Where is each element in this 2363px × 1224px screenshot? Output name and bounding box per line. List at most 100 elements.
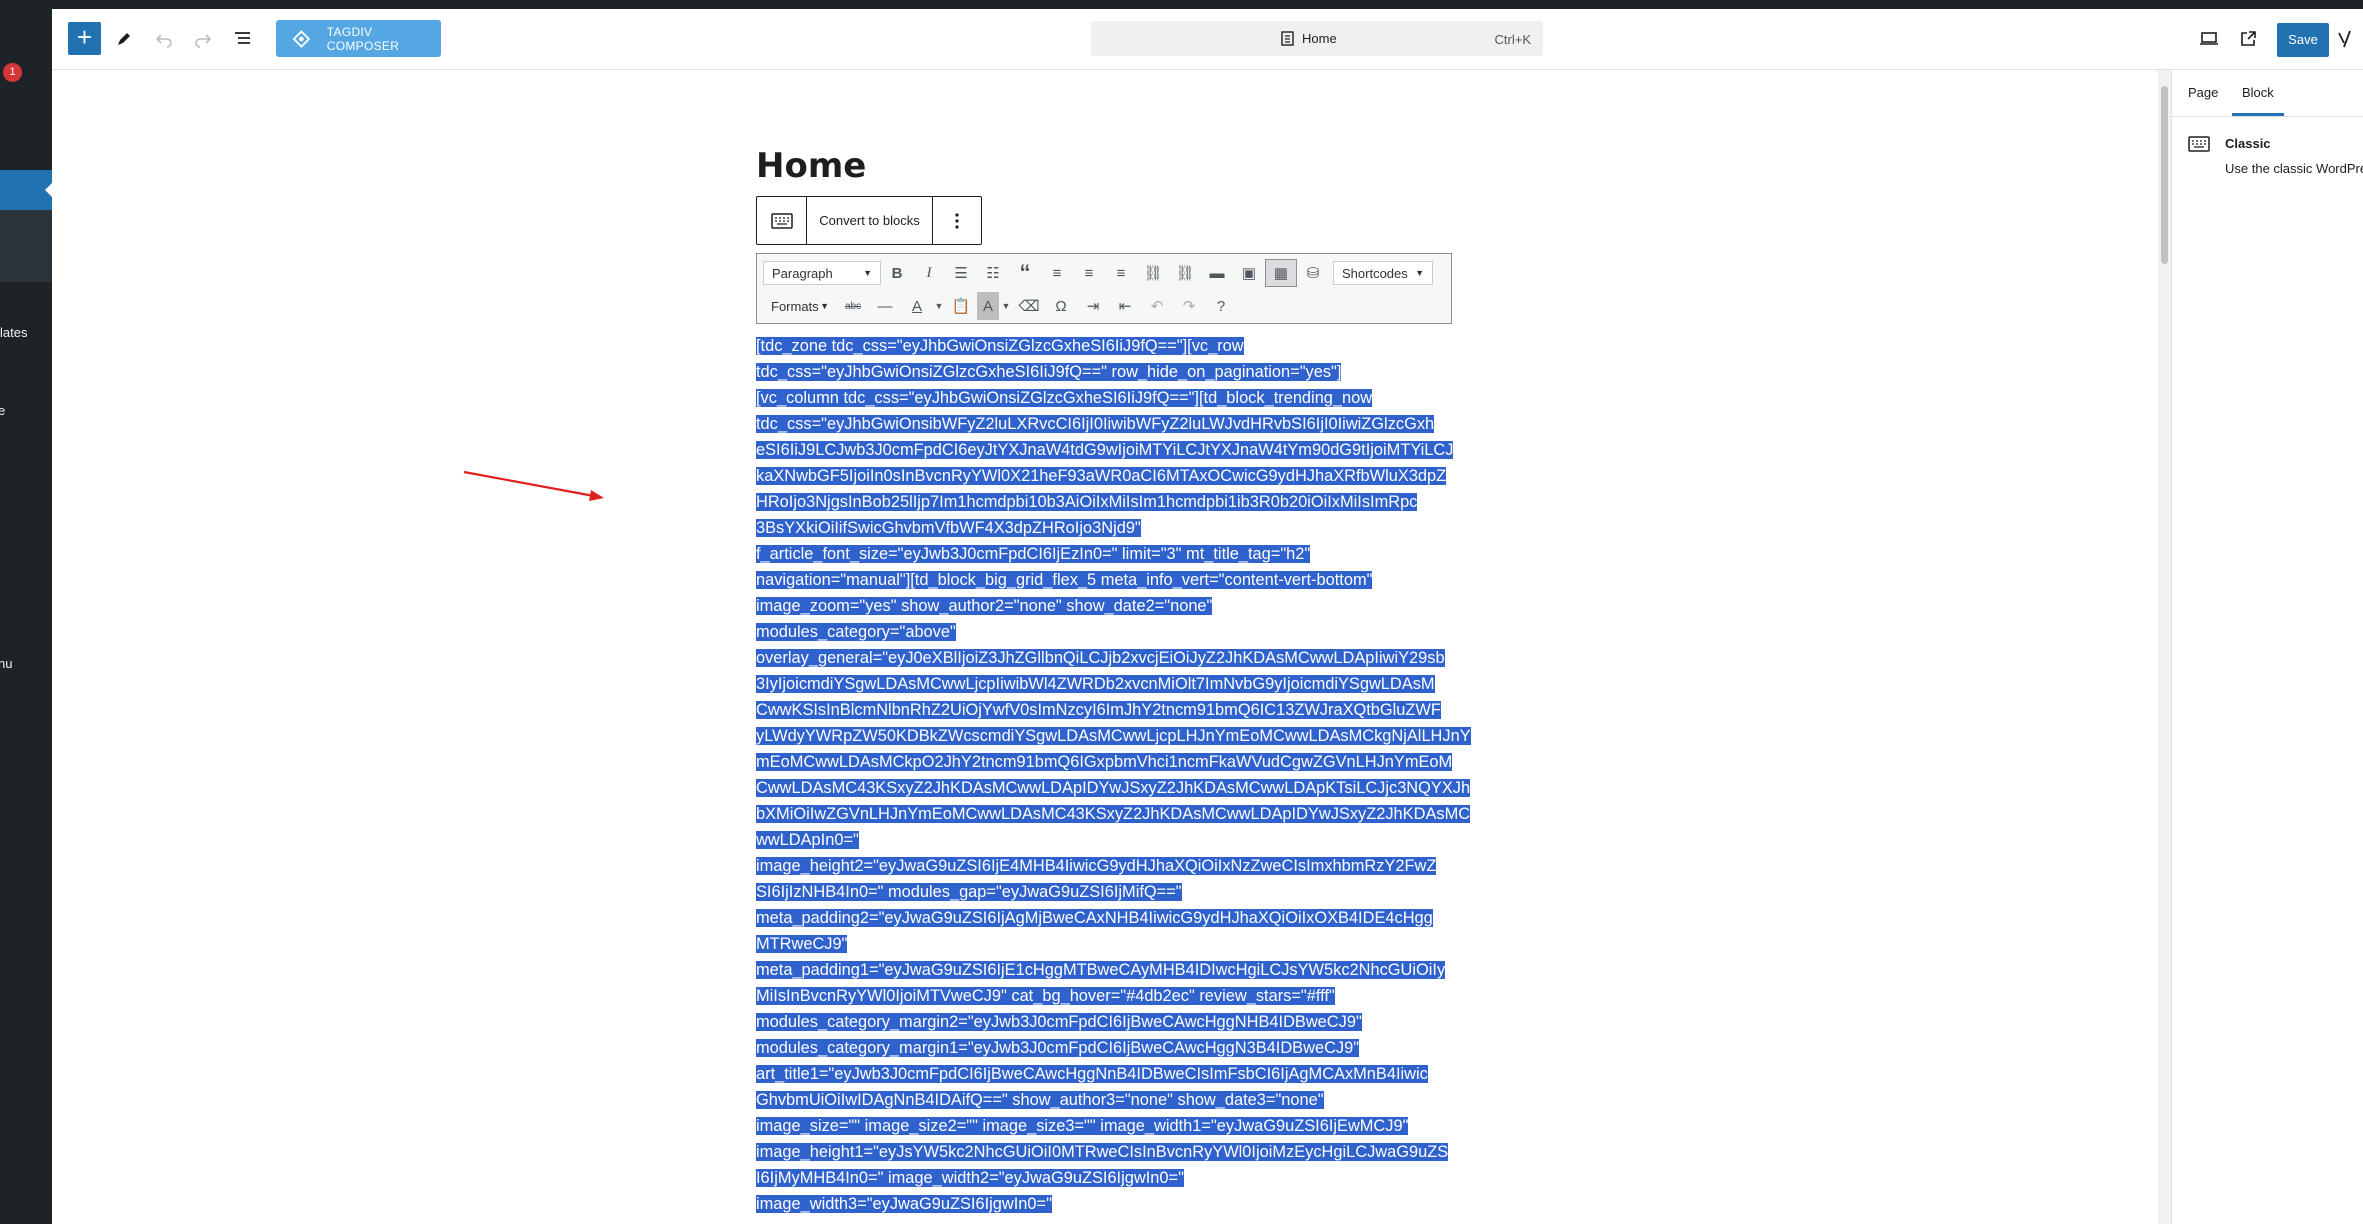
document-title: Home <box>1302 31 1337 46</box>
content-line: navigation="manual"][td_block_big_grid_f… <box>756 567 1456 593</box>
tabs-divider <box>2172 116 2363 117</box>
selected-text: yLWdyYWRpZW50KDBkZWcscmdiYSgwLDAsMCwwLjc… <box>756 727 1471 745</box>
convert-to-blocks-button[interactable]: Convert to blocks <box>807 197 933 244</box>
add-block-button[interactable]: + <box>68 22 101 55</box>
tools-pencil-icon[interactable] <box>107 22 140 55</box>
block-options-icon[interactable] <box>933 197 981 244</box>
command-shortcut: Ctrl+K <box>1494 32 1531 47</box>
link-icon[interactable]: ⛓ <box>1137 259 1169 287</box>
selected-text: wwLDApIn0=" <box>756 831 859 849</box>
selected-text: HRoIjo3NjgsInBob25lIjp7Im1hcmdpbi10b3AiO… <box>756 493 1418 511</box>
document-overview-icon[interactable] <box>226 22 259 55</box>
selected-text: image_height1="eyJsYW5kc2NhcGUiOiI0MTRwe… <box>756 1143 1449 1161</box>
sidebar-item-templates[interactable]: lates <box>0 325 27 340</box>
numbered-list-icon[interactable]: ☷ <box>977 259 1009 287</box>
content-line: modules_category_margin1="eyJwb3J0cmFpdC… <box>756 1035 1456 1061</box>
sidebar-item-menu[interactable]: nu <box>0 656 12 671</box>
italic-icon[interactable]: I <box>913 259 945 287</box>
redo-icon[interactable] <box>186 22 219 55</box>
sidebar-item-active[interactable] <box>0 170 53 210</box>
background-color-icon[interactable]: A <box>977 292 999 320</box>
content-line: modules_category="above" <box>756 619 1456 645</box>
tagdiv-shortcode-icon[interactable]: ⛁ <box>1297 259 1329 287</box>
admin-top-bar <box>0 0 2363 9</box>
toolbar-toggle-icon[interactable]: ▦ <box>1265 259 1297 287</box>
tagdiv-composer-button[interactable]: TAGDIV COMPOSER <box>276 20 441 57</box>
insert-media-icon[interactable]: ▣ <box>1233 259 1265 287</box>
paragraph-format-select[interactable]: Paragraph ▼ <box>763 261 881 285</box>
selected-text: CwwLDAsMC43KSxyZ2JhKDAsMCwwLDApIDYwJSxyZ… <box>756 779 1471 797</box>
chevron-down-icon[interactable]: ▼ <box>933 292 945 320</box>
undo-icon[interactable]: ↶ <box>1141 292 1173 320</box>
selected-text: modules_category_margin1="eyJwb3J0cmFpdC… <box>756 1039 1360 1057</box>
update-badge[interactable]: 1 <box>3 63 22 82</box>
selected-text: overlay_general="eyJ0eXBlIjoiZ3JhZGllbnQ… <box>756 649 1445 667</box>
selected-text: tdc_css="eyJhbGwiOnsibWFyZ2luLXRvcCI6IjI… <box>756 415 1435 433</box>
align-center-icon[interactable]: ≡ <box>1073 259 1105 287</box>
selected-text: modules_category_margin2="eyJwb3J0cmFpdC… <box>756 1013 1362 1031</box>
formats-select[interactable]: Formats ▼ <box>763 294 837 318</box>
content-line: image_zoom="yes" show_author2="none" sho… <box>756 593 1456 619</box>
content-line: tdc_css="eyJhbGwiOnsiZGlzcGxheSI6IiJ9fQ=… <box>756 359 1456 385</box>
unlink-icon[interactable]: ⛓ <box>1169 259 1201 287</box>
content-line: CwwLDAsMC43KSxyZ2JhKDAsMCwwLDApIDYwJSxyZ… <box>756 775 1471 801</box>
selected-text: 3IyIjoicmdiYSgwLDAsMCwwLjcpIiwibWl4ZWRDb… <box>756 675 1435 693</box>
classic-block-icon <box>2188 136 2210 157</box>
undo-icon[interactable] <box>147 22 180 55</box>
content-line: GhvbmUiOiIwIDAgNnB4IDAifQ==" show_author… <box>756 1087 1456 1113</box>
paste-as-text-icon[interactable]: 📋 <box>945 292 977 320</box>
content-line: 3IyIjoicmdiYSgwLDAsMCwwLjcpIiwibWl4ZWRDb… <box>756 671 1456 697</box>
selected-text: modules_category="above" <box>756 623 956 641</box>
selected-text: [tdc_zone tdc_css="eyJhbGwiOnsiZGlzcGxhe… <box>756 337 1244 355</box>
preview-desktop-icon[interactable] <box>2192 22 2225 55</box>
view-page-external-icon[interactable] <box>2232 22 2265 55</box>
save-button[interactable]: Save <box>2277 23 2329 57</box>
clear-formatting-icon[interactable]: ⌫ <box>1013 292 1045 320</box>
content-line: meta_padding1="eyJwaG9uZSI6IjE1cHggMTBwe… <box>756 957 1456 983</box>
selected-text: MTRweCJ9" <box>756 935 848 953</box>
editor-header: + TAGDIV COMPOSER Home Ctrl+K Save <box>52 9 2363 70</box>
yoast-icon[interactable] <box>2331 22 2359 55</box>
content-line: image_width3="eyJwaG9uZSI6IjgwIn0=" <box>756 1191 1456 1217</box>
indent-icon[interactable]: ⇥ <box>1077 292 1109 320</box>
admin-sidebar: 1 lates e nu <box>0 9 53 1224</box>
selected-text: image_width3="eyJwaG9uZSI6IjgwIn0=" <box>756 1195 1052 1213</box>
content-line: f_article_font_size="eyJwb3J0cmFpdCI6IjE… <box>756 541 1456 567</box>
command-palette-bar[interactable]: Home Ctrl+K <box>1091 21 1543 56</box>
align-right-icon[interactable]: ≡ <box>1105 259 1137 287</box>
selected-text: meta_padding2="eyJwaG9uZSI6IjAgMjBweCAxN… <box>756 909 1433 927</box>
tab-page[interactable]: Page <box>2188 70 2218 116</box>
content-line: image_height2="eyJwaG9uZSI6IjE4MHB4Iiwic… <box>756 853 1456 879</box>
special-character-icon[interactable]: Ω <box>1045 292 1077 320</box>
redo-icon[interactable]: ↷ <box>1173 292 1205 320</box>
selected-text: MiIsInBvcnRyYWl0IjoiMTVweCJ9" cat_bg_hov… <box>756 987 1335 1005</box>
bullet-list-icon[interactable]: ☰ <box>945 259 977 287</box>
classic-editor-content[interactable]: [tdc_zone tdc_css="eyJhbGwiOnsiZGlzcGxhe… <box>756 333 1471 1217</box>
bold-icon[interactable]: B <box>881 259 913 287</box>
horizontal-line-icon[interactable]: — <box>869 292 901 320</box>
outdent-icon[interactable]: ⇤ <box>1109 292 1141 320</box>
text-color-icon[interactable]: A <box>901 292 933 320</box>
block-toolbar: Convert to blocks <box>756 196 982 245</box>
read-more-icon[interactable]: ▬ <box>1201 259 1233 287</box>
sidebar-item-partial[interactable]: e <box>0 403 5 418</box>
shortcodes-select[interactable]: Shortcodes ▼ <box>1333 261 1433 285</box>
chevron-down-icon[interactable]: ▼ <box>999 292 1013 320</box>
page-icon <box>1281 31 1294 46</box>
selected-text: art_title1="eyJwb3J0cmFpdCI6IjBweCAwcHgg… <box>756 1065 1428 1083</box>
selected-text: navigation="manual"][td_block_big_grid_f… <box>756 571 1373 589</box>
help-icon[interactable]: ? <box>1205 292 1237 320</box>
content-line: SI6IjIzNHB4In0=" modules_gap="eyJwaG9uZS… <box>756 879 1456 905</box>
classic-editor-toolbar: Paragraph ▼ B I ☰ ☷ “ ≡ ≡ ≡ ⛓ ⛓ ▬ ▣ ▦ ⛁ … <box>756 253 1452 324</box>
blockquote-icon[interactable]: “ <box>1009 259 1041 287</box>
block-card-description: Use the classic WordPress editor. <box>2225 161 2363 176</box>
tab-block[interactable]: Block <box>2232 70 2284 116</box>
selected-text: CwwKSIsInBlcmNlbnRhZ2UiOjYwfV0sImNzcyI6I… <box>756 701 1441 719</box>
editor-scrollbar-thumb[interactable] <box>2161 86 2168 264</box>
selected-text: tdc_css="eyJhbGwiOnsiZGlzcGxheSI6IiJ9fQ=… <box>756 363 1342 381</box>
chevron-down-icon: ▼ <box>863 268 872 278</box>
page-title[interactable]: Home <box>756 146 866 186</box>
align-left-icon[interactable]: ≡ <box>1041 259 1073 287</box>
block-type-button[interactable] <box>757 197 807 244</box>
strikethrough-icon[interactable]: abc <box>837 292 869 320</box>
